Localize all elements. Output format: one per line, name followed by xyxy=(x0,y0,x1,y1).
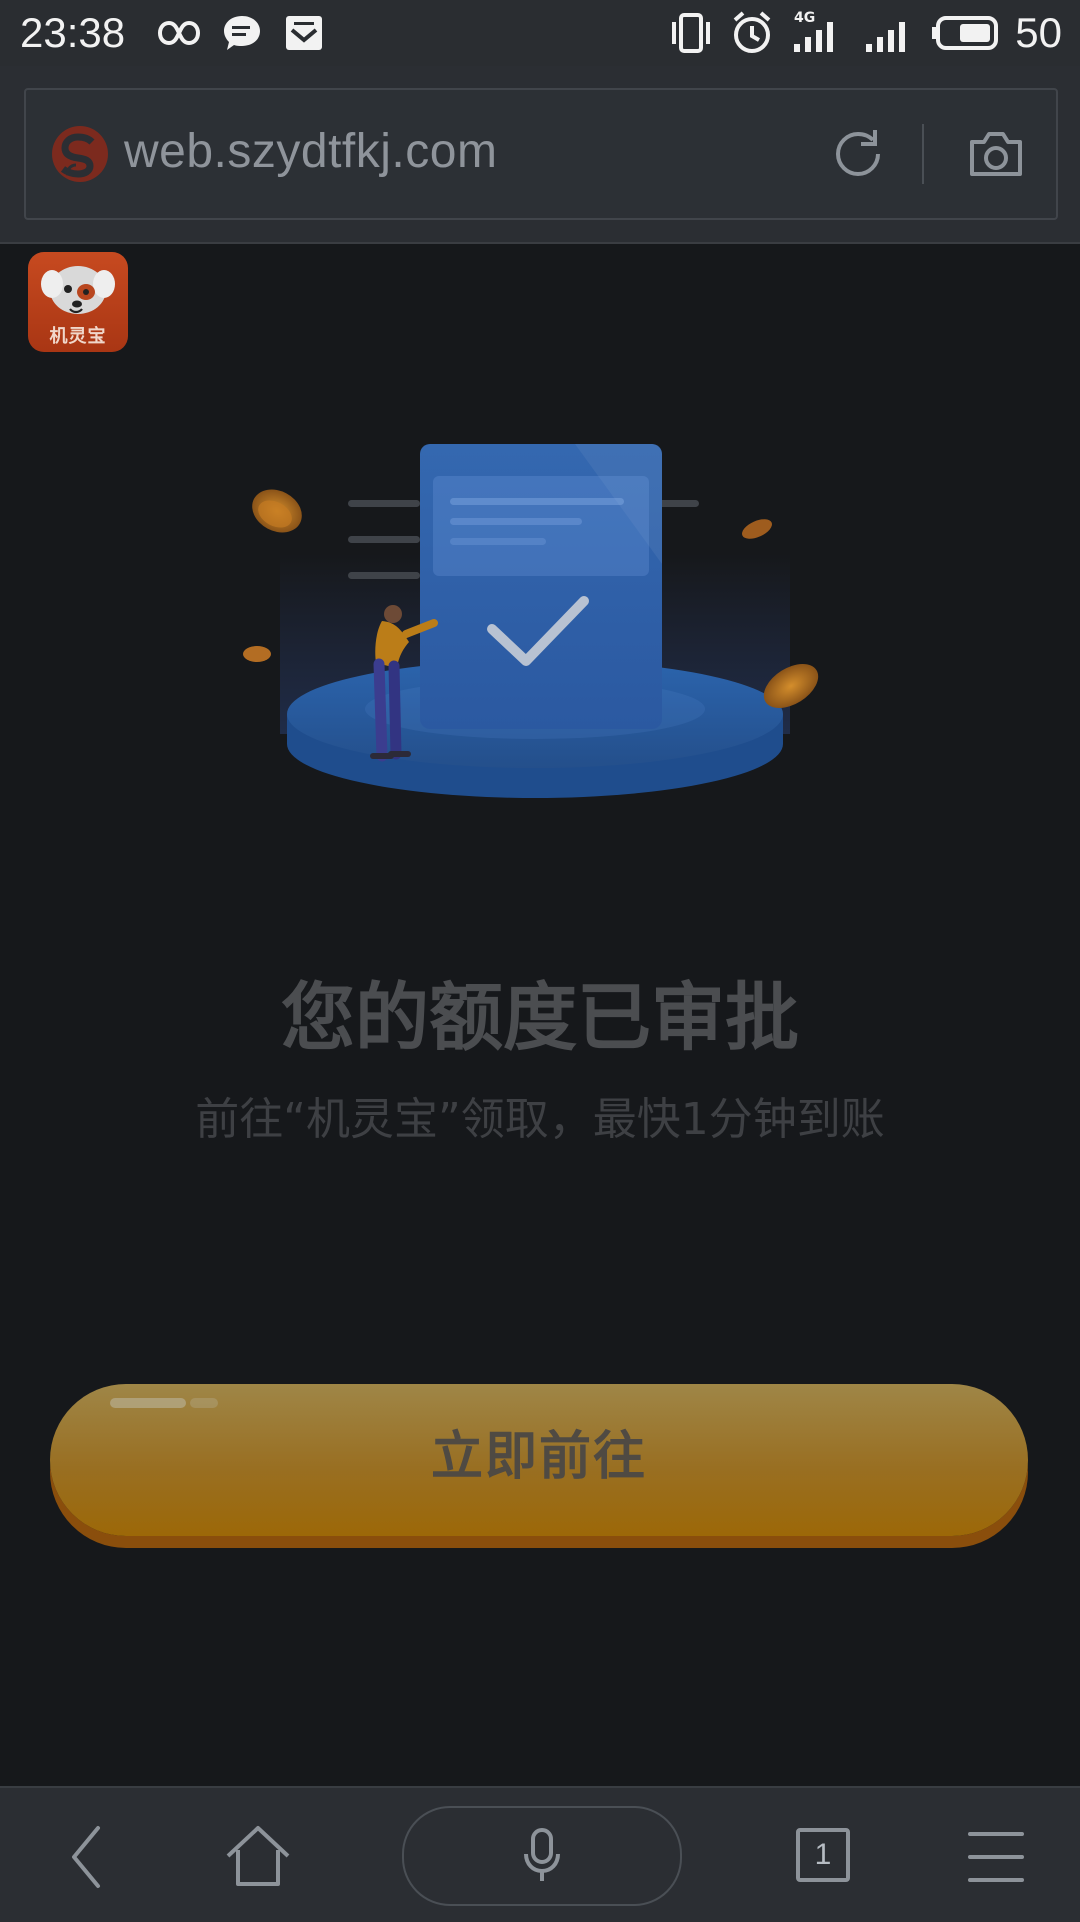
page-title: 您的额度已审批 xyxy=(281,975,799,1061)
menu-icon[interactable] xyxy=(968,1822,1024,1892)
tabs-icon[interactable]: 1 xyxy=(796,1828,850,1882)
camera-icon[interactable] xyxy=(964,124,1028,184)
url-text[interactable]: web.szydtfkj.com xyxy=(124,120,497,184)
app-logo: 机灵宝 xyxy=(28,252,128,352)
page-content: 机灵宝 您的额度已审批 前往“机灵宝”领取，最快1分钟到账 立即前往 xyxy=(0,244,1080,1786)
home-icon[interactable] xyxy=(220,1822,296,1892)
refresh-icon[interactable] xyxy=(826,122,890,186)
bottom-navigation: 1 xyxy=(0,1786,1080,1922)
browser-toolbar: web.szydtfkj.com xyxy=(0,66,1080,244)
button-highlight-small xyxy=(190,1398,218,1408)
battery-percentage: 50 xyxy=(1015,9,1062,56)
subtitle: 前往“机灵宝”领取，最快1分钟到账 xyxy=(195,1094,885,1145)
sogou-logo-icon xyxy=(52,126,108,182)
signal-icon xyxy=(866,22,905,52)
tab-count: 1 xyxy=(814,1838,832,1871)
microphone-icon xyxy=(524,1828,560,1881)
go-now-button[interactable]: 立即前往 xyxy=(50,1384,1028,1536)
alarm-icon xyxy=(733,11,771,53)
app-logo-text: 机灵宝 xyxy=(49,326,107,347)
status-time: 23:38 xyxy=(20,9,126,56)
battery-icon xyxy=(932,16,998,50)
signal-4g-icon: 4G xyxy=(792,10,844,56)
approval-illustration xyxy=(243,444,819,798)
address-bar[interactable]: web.szydtfkj.com xyxy=(24,88,1058,220)
status-bar: 23:38 4G 50 xyxy=(0,0,1080,66)
voice-search-button[interactable] xyxy=(402,1806,682,1906)
chat-bubble-icon xyxy=(224,16,260,50)
go-now-button-label: 立即前往 xyxy=(430,1427,647,1487)
address-divider xyxy=(922,124,924,184)
button-highlight xyxy=(110,1398,186,1408)
vibrate-icon xyxy=(672,13,710,53)
infinity-icon xyxy=(157,20,201,46)
back-icon[interactable] xyxy=(64,1822,110,1892)
mail-icon xyxy=(286,16,322,50)
